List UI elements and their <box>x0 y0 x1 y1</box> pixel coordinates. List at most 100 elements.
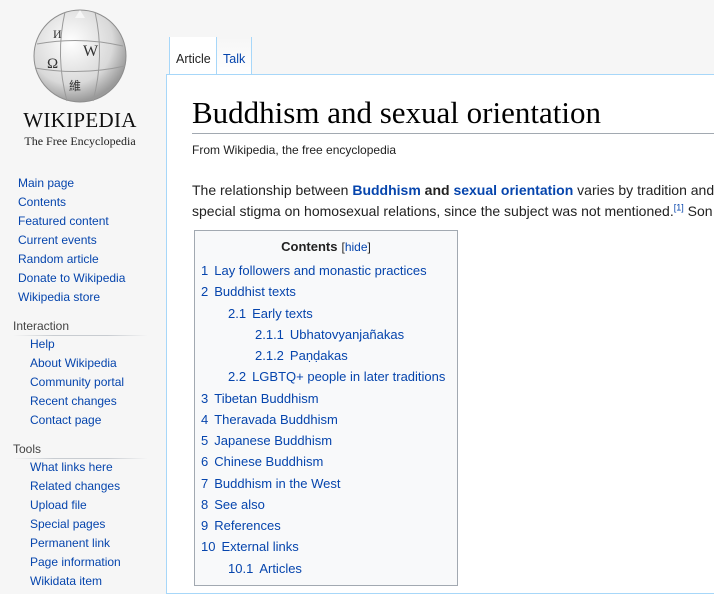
puzzle-globe-icon: Ω W И 維 <box>33 9 127 103</box>
toc-text: LGBTQ+ people in later traditions <box>252 369 446 385</box>
logo-glyph: И <box>53 27 62 41</box>
intro-text: varies by tradition and <box>573 182 714 198</box>
sidebar-item: About Wikipedia <box>30 354 124 373</box>
sidebar-link-upload-file[interactable]: Upload file <box>30 498 87 512</box>
toc-number: 2.2 <box>228 369 247 385</box>
intro-and: and <box>420 182 454 198</box>
toc-item[interactable]: 2.1.1 Ubhatovyanjañakas <box>255 327 404 343</box>
toc-item[interactable]: 1 Lay followers and monastic practices <box>201 263 427 279</box>
sidebar-link-special-pages[interactable]: Special pages <box>30 517 105 531</box>
sidebar-item: Contents <box>18 193 125 212</box>
tab-article[interactable]: Article <box>169 37 217 74</box>
tools-heading: Tools <box>13 442 42 456</box>
tools-navigation: What links here Related changes Upload fil… <box>30 458 121 591</box>
sidebar-link-what-links-here[interactable]: What links here <box>30 460 113 474</box>
sidebar-link-help[interactable]: Help <box>30 337 55 351</box>
toc-item[interactable]: 5 Japanese Buddhism <box>201 433 332 449</box>
sidebar-link-donate-to-wikipedia[interactable]: Donate to Wikipedia <box>18 271 125 285</box>
toc-number: 3 <box>201 390 209 406</box>
article-content: Buddhism and sexual orientation From Wik… <box>166 74 714 594</box>
toc-header: Contents [hide] <box>195 239 457 254</box>
sidebar-link-contact-page[interactable]: Contact page <box>30 413 101 427</box>
sidebar-link-recent-changes[interactable]: Recent changes <box>30 394 117 408</box>
intro-text: Son <box>683 203 713 219</box>
sidebar-item: What links here <box>30 458 121 477</box>
sidebar-link-current-events[interactable]: Current events <box>18 233 97 247</box>
sidebar-link-random-article[interactable]: Random article <box>18 252 99 266</box>
toc-text: Paṇḍakas <box>289 348 348 363</box>
toc-item[interactable]: 8 See also <box>201 497 265 513</box>
toc-item[interactable]: 7 Buddhism in the West <box>201 476 340 492</box>
sidebar-item: Help <box>30 335 124 354</box>
tab-talk[interactable]: Talk <box>216 37 253 74</box>
sidebar-item: Related changes <box>30 477 121 496</box>
toc-text: Japanese Buddhism <box>214 433 333 448</box>
toc-text: Buddhist texts <box>214 284 296 300</box>
toc-text: External links <box>221 539 299 555</box>
sidebar-item: Permanent link <box>30 534 121 553</box>
sidebar-item: Page information <box>30 553 121 572</box>
sidebar-item: Wikipedia store <box>18 288 125 307</box>
sidebar-item: Random article <box>18 250 125 269</box>
toc-hide-toggle: [hide] <box>341 240 371 254</box>
page-title: Buddhism and sexual orientation <box>192 95 601 130</box>
sidebar-link-page-information[interactable]: Page information <box>30 555 121 569</box>
sidebar-link-permanent-link[interactable]: Permanent link <box>30 536 110 550</box>
logo-glyph: 維 <box>69 79 81 93</box>
toc-text: Articles <box>259 560 302 576</box>
toc-item[interactable]: 4 Theravada Buddhism <box>201 412 338 428</box>
sidebar-item: Donate to Wikipedia <box>18 269 125 288</box>
toc-text: Buddhism in the West <box>214 475 341 491</box>
sidebar-link-wikipedia-store[interactable]: Wikipedia store <box>18 290 100 304</box>
interaction-navigation: Help About Wikipedia Community portal Recen… <box>30 335 124 430</box>
link-sexual-orientation[interactable]: sexual orientation <box>453 182 573 198</box>
toc-number: 5 <box>201 433 209 448</box>
tagline: The Free Encyclopedia <box>24 134 136 148</box>
table-of-contents: Contents [hide] 1 Lay followers and monast… <box>194 230 458 586</box>
toc-text: See also <box>214 496 265 512</box>
toc-number: 9 <box>201 518 209 533</box>
sidebar-link-community-portal[interactable]: Community portal <box>30 375 124 389</box>
sidebar-link-about-wikipedia[interactable]: About Wikipedia <box>30 356 117 370</box>
toc-item[interactable]: 2 Buddhist texts <box>201 284 296 300</box>
main-navigation: Main page Contents Featured content Current… <box>18 174 125 307</box>
sidebar-item: Community portal <box>30 373 124 392</box>
toc-item[interactable]: 3 Tibetan Buddhism <box>201 391 319 407</box>
toc-text: Ubhatovyanjañakas <box>289 326 405 342</box>
toc-text: Chinese Buddhism <box>214 454 324 470</box>
interaction-heading: Interaction <box>13 319 70 333</box>
toc-item[interactable]: 2.2 LGBTQ+ people in later traditions <box>228 369 445 385</box>
wordmark: WIKIPEDIA <box>23 108 137 132</box>
sidebar-link-contents[interactable]: Contents <box>18 195 66 209</box>
link-buddhism[interactable]: Buddhism <box>352 182 420 198</box>
sidebar-item: Wikidata item <box>30 572 121 591</box>
logo-glyph: W <box>83 43 99 60</box>
toc-number: 2.1.2 <box>255 348 284 363</box>
sidebar-item: Recent changes <box>30 392 124 411</box>
reference-link[interactable]: [1] <box>674 202 684 212</box>
toc-number: 2.1 <box>228 305 247 321</box>
sidebar-link-main-page[interactable]: Main page <box>18 176 74 190</box>
toc-item[interactable]: 2.1.2 Paṇḍakas <box>255 348 348 364</box>
toc-item[interactable]: 9 References <box>201 518 281 534</box>
intro-text: The relationship between <box>192 182 353 198</box>
toc-item[interactable]: 10.1 Articles <box>228 561 302 577</box>
sidebar-link-related-changes[interactable]: Related changes <box>30 479 120 493</box>
sidebar-link-featured-content[interactable]: Featured content <box>18 214 109 228</box>
toc-item[interactable]: 10 External links <box>201 539 299 555</box>
toc-text: Tibetan Buddhism <box>214 390 319 406</box>
toc-text: Theravada Buddhism <box>214 411 338 427</box>
toc-item[interactable]: 6 Chinese Buddhism <box>201 454 323 470</box>
toc-number: 2 <box>201 284 209 300</box>
sidebar-item: Featured content <box>18 212 125 231</box>
toc-number: 10.1 <box>228 560 254 576</box>
sidebar-link-wikidata-item[interactable]: Wikidata item <box>30 574 102 588</box>
toc-text: Lay followers and monastic practices <box>214 263 427 278</box>
wikipedia-logo[interactable]: Ω W И 維 WIKIPEDIA The Free Encyclopedia <box>0 0 160 160</box>
toc-number: 4 <box>201 411 209 427</box>
toc-number: 10 <box>201 539 216 555</box>
toc-title: Contents <box>281 239 338 254</box>
toc-item[interactable]: 2.1 Early texts <box>228 306 313 322</box>
toc-hide-link[interactable]: hide <box>345 240 368 254</box>
toc-text: Early texts <box>252 305 313 321</box>
